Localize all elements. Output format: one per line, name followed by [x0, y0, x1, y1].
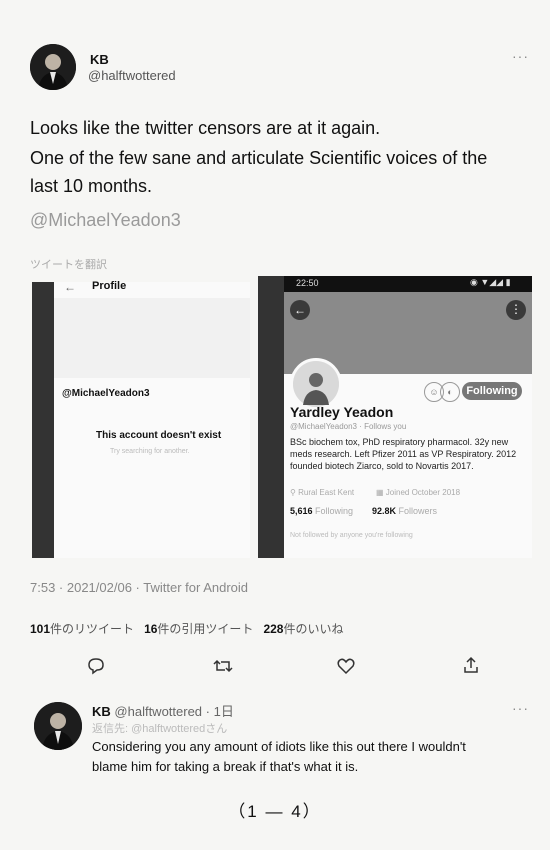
banner-back-button[interactable]: ←	[290, 300, 310, 320]
right-screenshot: 22:50 ◉ ▼◢◢ ▮ ← ⋮ ☺ ◐ Following Yardley …	[284, 276, 532, 558]
tweet-text-line-2: One of the few sane and articulate Scien…	[30, 148, 488, 168]
following-number: 5,616	[290, 506, 313, 516]
reply-header: KB @halftwottered · 1日	[92, 701, 234, 720]
tweet-stats: 101件のリツイート 16件の引用ツイート 228件のいいね	[30, 620, 344, 637]
status-bar: 22:50 ◉ ▼◢◢ ▮	[284, 276, 532, 292]
profile-bio: BSc biochem tox, PhD respiratory pharmac…	[290, 437, 517, 471]
account-missing-message: This account doesn't exist	[96, 430, 222, 441]
author-name[interactable]: KB	[90, 52, 109, 67]
author-avatar[interactable]	[30, 44, 76, 90]
right-screenshot-edge	[258, 276, 284, 558]
reply-author-handle[interactable]: @halftwottered · 1日	[114, 704, 233, 719]
profile-display-name: Yardley Yeadon	[290, 404, 394, 420]
following-button[interactable]: Following	[462, 382, 522, 400]
retweet-number: 101	[30, 622, 51, 636]
reply-author-name[interactable]: KB	[92, 704, 111, 719]
status-time: 22:50	[296, 278, 319, 288]
page-number: （1 ― 4）	[228, 802, 322, 821]
retweet-label: 件のリツイート	[50, 622, 135, 636]
reply-text-line-1: Considering you any amount of idiots lik…	[92, 739, 466, 754]
followers-number: 92.8K	[372, 506, 397, 516]
following-label: Following	[315, 506, 354, 516]
profile-avatar[interactable]	[290, 358, 342, 410]
retweet-icon[interactable]	[213, 657, 233, 680]
profile-location: ⚲ Rural East Kent	[290, 488, 355, 497]
tweet-timestamp[interactable]: 7:53 · 2021/02/06 · Twitter for Android	[30, 580, 248, 595]
reply-author-avatar[interactable]	[34, 702, 82, 750]
reply-text-line-2: blame him for taking a break if that's w…	[92, 759, 359, 774]
profile-header-title: Profile	[92, 280, 127, 292]
followers-count[interactable]: 92.8K Followers	[372, 506, 437, 516]
left-screenshot: ← Profile @MichaelYeadon3 This account d…	[54, 280, 250, 558]
bell-icon[interactable]: ◐	[440, 382, 460, 402]
quote-label: 件の引用ツイート	[157, 622, 254, 636]
like-count[interactable]: 228件のいいね	[263, 622, 343, 636]
banner-more-button[interactable]: ⋮	[506, 300, 526, 320]
followed-by-note: Not followed by anyone you're following	[290, 532, 413, 539]
profile-avatar-image	[293, 361, 339, 407]
like-number: 228	[263, 622, 284, 636]
profile-location-text: Rural East Kent	[298, 488, 355, 497]
retweet-count[interactable]: 101件のリツイート	[30, 622, 134, 636]
more-options-icon[interactable]: ···	[512, 48, 529, 64]
back-arrow-icon[interactable]: ←	[64, 280, 76, 294]
tweet-text-line-3: last 10 months.	[30, 176, 153, 196]
left-screenshot-edge	[32, 282, 54, 558]
translate-tweet-link[interactable]: ツイートを翻訳	[30, 256, 107, 272]
quote-count[interactable]: 16件の引用ツイート	[144, 622, 253, 636]
following-count[interactable]: 5,616 Following	[290, 506, 353, 516]
profile-joined: ▦ Joined October 2018	[376, 488, 461, 497]
status-icons: ◉ ▼◢◢ ▮	[470, 277, 511, 287]
account-missing-sub: Try searching for another.	[110, 448, 190, 455]
like-label: 件のいいね	[283, 622, 344, 636]
reply-icon[interactable]	[87, 657, 105, 680]
reply-more-options-icon[interactable]: ···	[512, 700, 529, 716]
quote-number: 16	[144, 622, 158, 636]
like-icon[interactable]	[337, 657, 355, 680]
tweet-mention-link[interactable]: @MichaelYeadon3	[30, 210, 181, 231]
profile-handle: @MichaelYeadon3 · Follows you	[290, 422, 407, 431]
left-profile-handle: @MichaelYeadon3	[62, 388, 150, 399]
followers-label: Followers	[398, 506, 438, 516]
left-banner-placeholder	[54, 298, 250, 378]
profile-joined-text: Joined October 2018	[385, 488, 461, 497]
author-handle[interactable]: @halftwottered	[88, 68, 176, 83]
tweet-text-line-1: Looks like the twitter censors are at it…	[30, 118, 381, 138]
share-icon[interactable]	[462, 656, 480, 679]
reply-replying-to[interactable]: 返信先: @halftwotteredさん	[92, 720, 227, 736]
